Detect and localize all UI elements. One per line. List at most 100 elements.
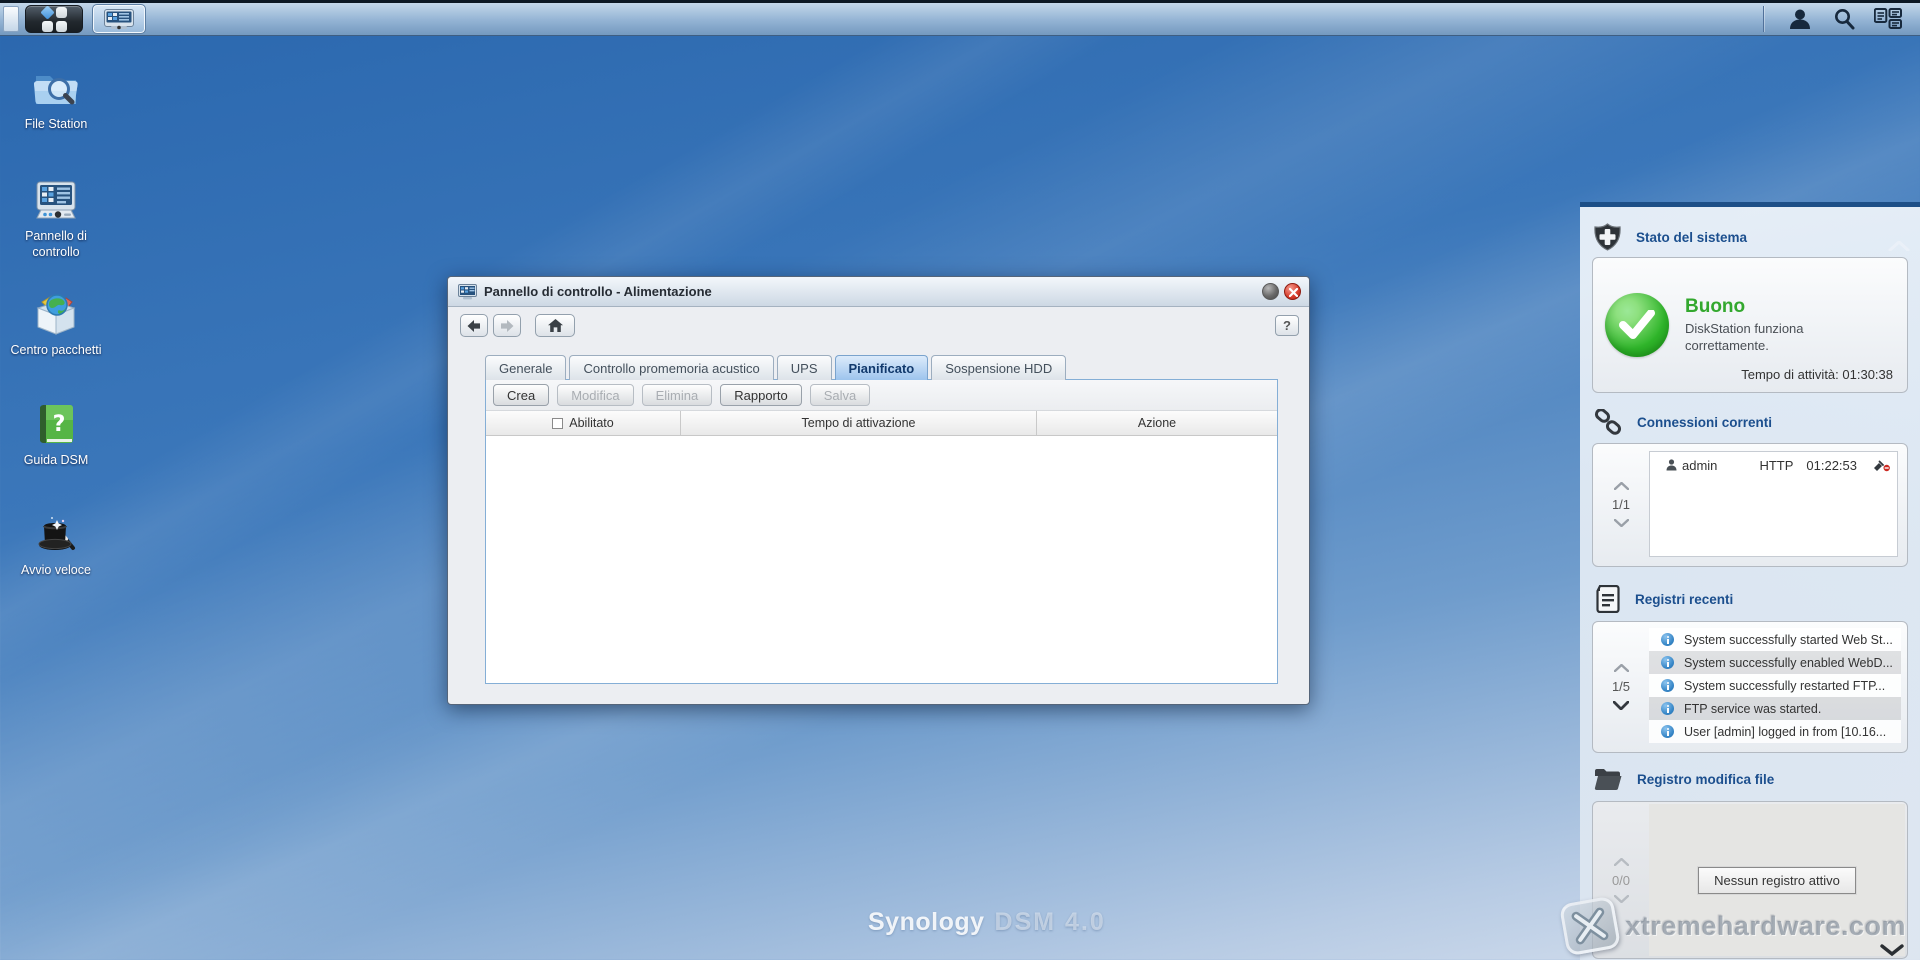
pager-up-icon[interactable]	[1614, 858, 1629, 866]
pager-down-icon[interactable]	[1614, 519, 1629, 527]
log-row[interactable]: System successfully restarted FTP...	[1649, 674, 1901, 697]
user-menu-button[interactable]	[1778, 4, 1822, 34]
widget-title: Registri recenti	[1635, 592, 1733, 607]
widget-title: Stato del sistema	[1636, 230, 1747, 245]
log-row[interactable]: System successfully started Web St...	[1649, 628, 1901, 651]
status-ok-icon	[1605, 293, 1669, 357]
home-icon	[548, 319, 563, 332]
recent-logs-box: 1/5 System successfully started Web St..…	[1592, 621, 1908, 753]
pager-count: 0/0	[1612, 873, 1630, 888]
watermark: xtremehardware.com	[1563, 900, 1906, 952]
disconnect-icon[interactable]	[1873, 459, 1891, 472]
connection-row[interactable]: admin HTTP 01:22:53	[1650, 452, 1897, 476]
back-button[interactable]	[460, 314, 488, 337]
open-folder-icon	[1594, 767, 1622, 791]
info-icon	[1661, 679, 1674, 692]
elimina-button[interactable]: Elimina	[642, 384, 713, 406]
user-mini-icon	[1666, 459, 1677, 471]
logs-pager: 1/5	[1593, 628, 1649, 746]
control-panel-icon	[32, 176, 80, 224]
system-status-box: Buono DiskStation funziona correttamente…	[1592, 257, 1908, 393]
tab-content-panel: Crea Modifica Elimina Rapporto Salva Abi…	[485, 379, 1278, 684]
crea-button[interactable]: Crea	[493, 384, 549, 406]
log-list: System successfully started Web St... Sy…	[1649, 628, 1901, 746]
quick-start-icon	[32, 510, 80, 558]
desktop-icon-dsm-help[interactable]: ? Guida DSM	[6, 400, 106, 469]
info-icon	[1661, 725, 1674, 738]
pager-count: 1/5	[1612, 679, 1630, 694]
salva-button[interactable]: Salva	[810, 384, 871, 406]
minimize-button[interactable]	[1262, 283, 1279, 300]
control-panel-task-icon	[104, 9, 134, 30]
panel-scroll-up-icon[interactable]	[1888, 241, 1910, 251]
pager-up-icon[interactable]	[1614, 482, 1629, 490]
pager-down-icon[interactable]	[1613, 701, 1629, 710]
desktop-icon-file-station[interactable]: File Station	[6, 64, 106, 133]
connections-header: Connessioni correnti	[1594, 409, 1772, 435]
main-menu-button[interactable]	[25, 5, 83, 33]
back-arrow-icon	[467, 320, 481, 332]
dsm-help-icon: ?	[32, 400, 80, 448]
tab-generale[interactable]: Generale	[485, 355, 566, 380]
dsm-footer-logo: SynologyDSM 4.0	[868, 908, 1106, 937]
select-all-checkbox[interactable]	[552, 418, 563, 429]
home-button[interactable]	[535, 314, 575, 337]
desktop-icon-package-center[interactable]: Centro pacchetti	[6, 290, 106, 359]
search-button[interactable]	[1822, 4, 1866, 34]
file-station-icon	[32, 64, 80, 112]
window-title-icon	[458, 284, 477, 300]
window-titlebar[interactable]: Pannello di controllo - Alimentazione	[448, 277, 1309, 307]
tab-ups[interactable]: UPS	[777, 355, 832, 380]
status-description: DiskStation funziona correttamente.	[1685, 321, 1845, 355]
file-log-header: Registro modifica file	[1594, 767, 1774, 791]
tab-bar: Generale Controllo promemoria acustico U…	[485, 355, 1069, 380]
info-icon	[1661, 633, 1674, 646]
connection-protocol: HTTP	[1759, 458, 1793, 473]
window-navbar: ?	[448, 307, 1309, 342]
help-label: ?	[1283, 318, 1291, 333]
log-row[interactable]: System successfully enabled WebD...	[1649, 651, 1901, 674]
info-icon	[1661, 702, 1674, 715]
log-row[interactable]: User [admin] logged in from [10.16...	[1649, 720, 1901, 743]
forward-button[interactable]	[493, 314, 521, 337]
schedule-toolbar: Crea Modifica Elimina Rapporto Salva	[486, 380, 1277, 411]
column-header-tempo-attivazione[interactable]: Tempo di attivazione	[681, 411, 1037, 435]
column-header-abilitato[interactable]: Abilitato	[486, 411, 681, 435]
package-center-icon	[32, 290, 80, 338]
pilot-view-button[interactable]	[1866, 4, 1910, 34]
widget-title: Connessioni correnti	[1637, 415, 1772, 430]
column-header-azione[interactable]: Azione	[1037, 411, 1277, 435]
taskbar-task-control-panel[interactable]	[93, 5, 145, 33]
modifica-button[interactable]: Modifica	[557, 384, 633, 406]
tab-controllo-promemoria-acustico[interactable]: Controllo promemoria acustico	[569, 355, 773, 380]
status-value: Buono	[1685, 296, 1845, 318]
forward-arrow-icon	[500, 320, 514, 332]
show-desktop-button[interactable]	[3, 6, 19, 32]
taskbar	[0, 0, 1920, 36]
desktop-icon-label: Guida DSM	[6, 453, 106, 469]
desktop-icon-control-panel[interactable]: Pannello di controllo	[6, 176, 106, 260]
user-icon	[1788, 7, 1812, 31]
desktop-icon-quick-start[interactable]: Avvio veloce	[6, 510, 106, 579]
schedule-table-header: Abilitato Tempo di attivazione Azione	[486, 411, 1277, 436]
desktop-icon-label: Pannello di controllo	[6, 229, 106, 260]
help-button[interactable]: ?	[1275, 315, 1299, 336]
pager-up-icon[interactable]	[1614, 664, 1629, 672]
close-button[interactable]	[1284, 283, 1301, 300]
main-menu-grid-icon	[42, 7, 67, 32]
no-active-log-label: Nessun registro attivo	[1698, 867, 1856, 894]
connections-list: admin HTTP 01:22:53	[1649, 451, 1898, 557]
connections-box: 1/1 admin HTTP 01:22:53	[1592, 443, 1908, 567]
connections-pager: 1/1	[1593, 451, 1649, 557]
tab-pianificato[interactable]: Pianificato	[835, 355, 929, 380]
tab-sospensione-hdd[interactable]: Sospensione HDD	[931, 355, 1066, 380]
synology-brand-text: Synology	[868, 908, 985, 936]
rapporto-button[interactable]: Rapporto	[720, 384, 801, 406]
connection-user: admin	[1682, 458, 1717, 473]
log-row[interactable]: FTP service was started.	[1649, 697, 1901, 720]
recent-logs-header: Registri recenti	[1594, 585, 1733, 613]
desktop-icon-label: Centro pacchetti	[6, 343, 106, 359]
close-icon	[1289, 288, 1298, 297]
log-document-icon	[1594, 585, 1620, 613]
widget-title: Registro modifica file	[1637, 772, 1774, 787]
